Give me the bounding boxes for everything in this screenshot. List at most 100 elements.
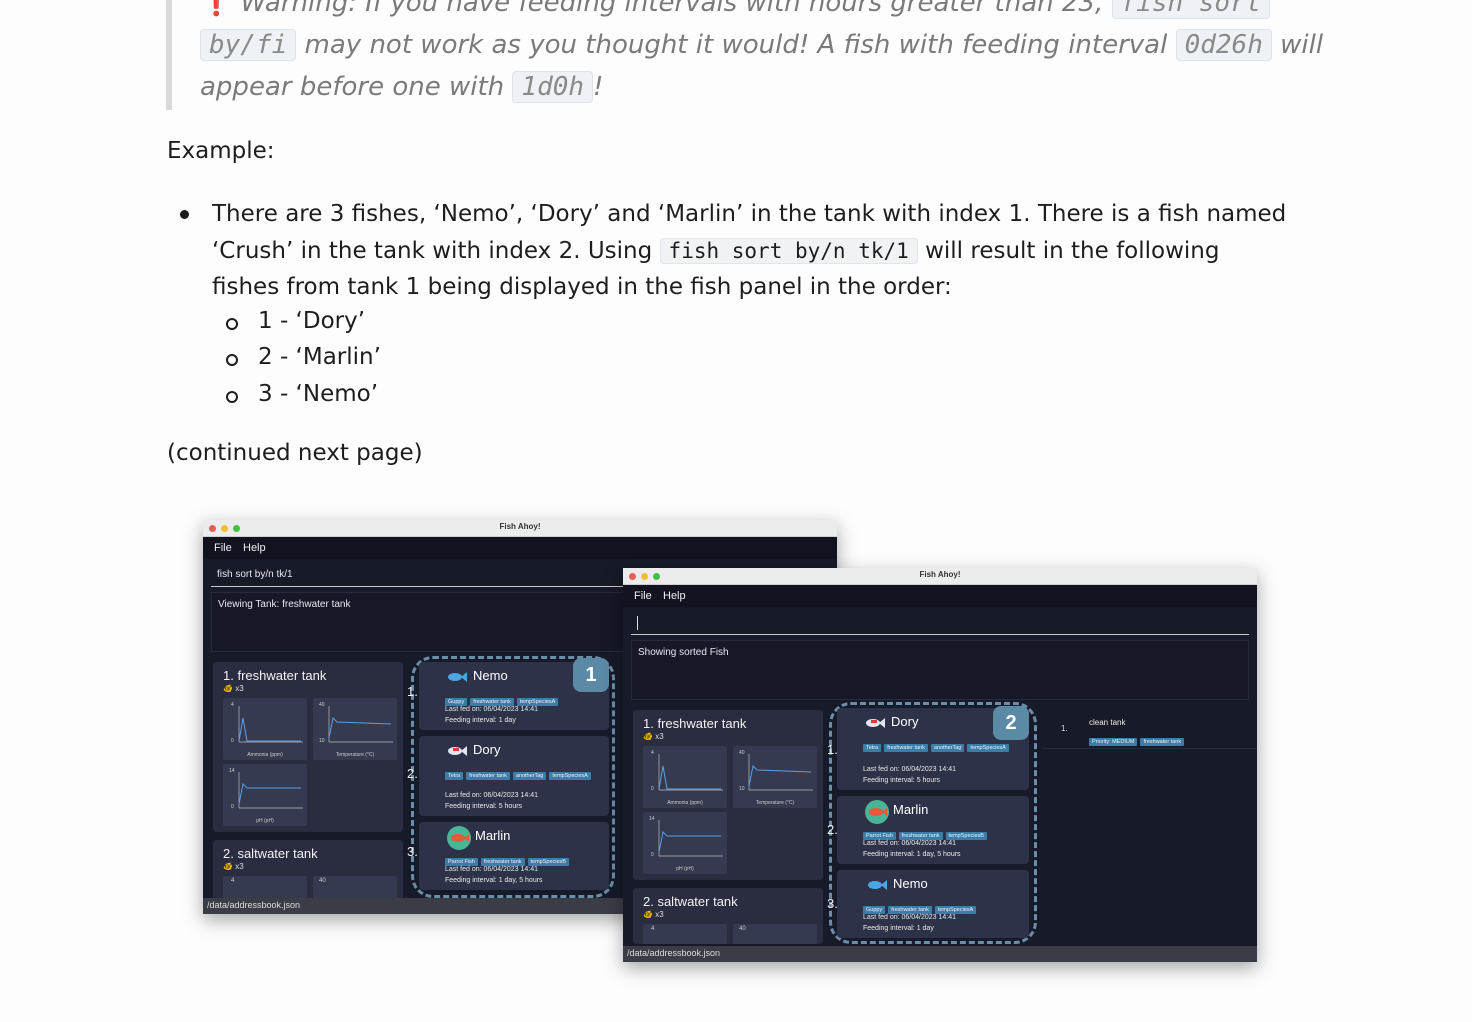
fish-icon — [448, 746, 467, 756]
window-title: Fish Ahoy! — [919, 570, 961, 579]
command-input[interactable] — [631, 612, 1249, 635]
status-path: /data/addressbook.json — [207, 900, 301, 910]
feeding-interval: Feeding interval: 1 day — [445, 717, 516, 724]
warning-code-0d26h: 0d26h — [1175, 29, 1272, 61]
tank-card[interactable]: 2. saltwater tank 🐠 x3 4 40 — [633, 888, 823, 944]
fish-tags: Tetra freshwater tank anotherTag tempSpecie… — [863, 736, 1013, 755]
text-cursor — [637, 616, 638, 630]
fish-name: Nemo — [893, 876, 928, 891]
task-tag: freshwater tank — [1140, 738, 1185, 746]
title-bar: Fish Ahoy! — [203, 520, 837, 537]
last-fed: Last fed on: 06/04/2023 14:41 — [445, 792, 539, 799]
temperature-chart: 40 10 Temperature (°C) — [313, 698, 397, 760]
fish-count: 🐠 x3 — [643, 732, 664, 741]
last-fed: Last fed on: 06/04/2023 14:41 — [445, 706, 539, 713]
chart-caption: pH (pH) — [256, 818, 274, 824]
fish-card[interactable]: 3. Marlin Parrot Fish freshwater tank temp… — [407, 822, 609, 890]
warning-line2-text: may not work as you thought it would! A … — [304, 30, 1168, 60]
fish-card[interactable]: 2. Dory Tetra freshwater tank anotherTag te… — [407, 736, 609, 816]
tank-card[interactable]: 1. freshwater tank 🐠 x3 4 0 Ammonia (ppm… — [213, 662, 403, 832]
bullet-line2-pre: ‘Crush’ in the tank with index 2. Using — [212, 237, 653, 264]
fish-name: Dory — [473, 742, 501, 757]
fish-index: 2. — [827, 822, 838, 837]
feeding-interval: Feeding interval: 5 hours — [863, 777, 941, 784]
menu-help[interactable]: Help — [243, 542, 266, 554]
circle-bullet-icon — [226, 318, 238, 330]
fish-card[interactable]: 2. Marlin Parrot Fish freshwater tank temp… — [827, 796, 1029, 864]
chart-caption: Ammonia (ppm) — [667, 800, 703, 806]
step-badge: 2 — [993, 706, 1029, 740]
fish-count: 🐠 x3 — [643, 910, 664, 919]
fish-avatar — [865, 800, 889, 824]
warning-blockquote: ❗ Warning: If you have feeding intervals… — [166, 0, 1323, 110]
fish-index: 2. — [407, 766, 418, 781]
parrot-fish-icon — [451, 834, 469, 842]
chart-caption: pH (pH) — [676, 866, 694, 872]
menu-file[interactable]: File — [214, 542, 232, 554]
task-name: clean tank — [1089, 718, 1126, 727]
menu-help[interactable]: Help — [663, 590, 686, 602]
tank-name: 1. freshwater tank — [643, 716, 747, 731]
task-index: 1. — [1061, 724, 1068, 733]
menu-bar: File Help — [623, 585, 1257, 607]
chart-caption: Temperature (°C) — [755, 800, 795, 806]
fish-icon — [868, 880, 887, 890]
circle-bullet-icon — [226, 354, 238, 366]
task-tags: Priority: MEDIUM freshwater tank — [1089, 730, 1187, 749]
feeding-interval: Feeding interval: 5 hours — [445, 803, 523, 810]
fish-tag: Tetra — [445, 772, 464, 780]
fish-tag: freshwater tank — [466, 772, 510, 780]
last-fed: Last fed on: 06/04/2023 14:41 — [863, 914, 957, 921]
fish-count: 🐠 x3 — [223, 862, 244, 871]
bullet-line1: There are 3 fishes, ‘Nemo’, ‘Dory’ and ‘… — [212, 201, 1287, 227]
feeding-interval: Feeding interval: 1 day — [863, 925, 934, 932]
ammonia-chart: 4 0 Ammonia (ppm) — [643, 746, 727, 808]
result-display: Showing sorted Fish — [631, 640, 1249, 700]
bullet-line3: fishes from tank 1 being displayed in th… — [212, 274, 952, 300]
fish-index: 1. — [827, 742, 838, 757]
ph-chart: 14 0 pH (pH) — [643, 812, 727, 874]
fish-index: 1. — [407, 684, 418, 699]
parrot-fish-icon — [869, 808, 887, 816]
fish-card[interactable]: 3. Nemo Guppy freshwater tank tempSpeciesA… — [827, 870, 1029, 938]
result-text: Viewing Tank: freshwater tank — [218, 599, 351, 610]
fish-tag: tempSpeciesA — [549, 772, 591, 780]
example-label: Example: — [167, 138, 275, 164]
fish-icon: 🐠 — [223, 684, 233, 693]
warning-code-fish-sort: fish sort — [1111, 0, 1271, 19]
fish-avatar — [447, 826, 471, 850]
fish-name: Dory — [891, 714, 919, 729]
menu-file[interactable]: File — [634, 590, 652, 602]
continued-note: (continued next page) — [167, 440, 423, 466]
app-window-after: Fish Ahoy! File Help Showing sorted Fish… — [623, 568, 1257, 962]
ph-chart: 14 0 pH (pH) — [223, 764, 307, 826]
tank-card[interactable]: 1. freshwater tank 🐠 x3 4 0 Ammonia (ppm… — [633, 710, 823, 880]
tank-name: 2. saltwater tank — [223, 846, 318, 861]
last-fed: Last fed on: 06/04/2023 14:41 — [863, 766, 957, 773]
task-item[interactable]: 1. clean tank Priority: MEDIUM freshwater… — [1043, 708, 1257, 749]
fish-tag: anotherTag — [512, 772, 547, 780]
chart-caption: Temperature (°C) — [335, 752, 375, 758]
warning-line3-end: ! — [593, 72, 604, 102]
fish-icon: 🐠 — [643, 732, 653, 741]
bullet-code: fish sort by/n tk/1 — [659, 237, 918, 264]
fish-name: Marlin — [893, 802, 929, 817]
feeding-interval: Feeding interval: 1 day, 5 hours — [863, 851, 961, 858]
fish-icon — [866, 718, 885, 728]
fish-name: Marlin — [475, 828, 511, 843]
warning-code-by-fi: by/fi — [200, 29, 297, 61]
exclamation-icon: ❗ — [200, 0, 233, 18]
ammonia-chart: 4 — [643, 924, 727, 944]
status-path: /data/addressbook.json — [627, 948, 721, 958]
title-bar: Fish Ahoy! — [623, 568, 1257, 585]
status-bar: /data/addressbook.json — [623, 946, 1257, 962]
fish-tag: tempSpeciesA — [967, 744, 1009, 752]
result-text: Showing sorted Fish — [638, 647, 729, 658]
fish-tag: anotherTag — [930, 744, 965, 752]
bullet-line2-post: will result in the following — [925, 237, 1220, 264]
task-priority-tag: Priority: MEDIUM — [1089, 738, 1138, 746]
ammonia-chart: 4 0 Ammonia (ppm) — [223, 698, 307, 760]
window-title: Fish Ahoy! — [499, 522, 541, 531]
fish-count: 🐠 x3 — [223, 684, 244, 693]
fish-index: 3. — [407, 844, 418, 859]
